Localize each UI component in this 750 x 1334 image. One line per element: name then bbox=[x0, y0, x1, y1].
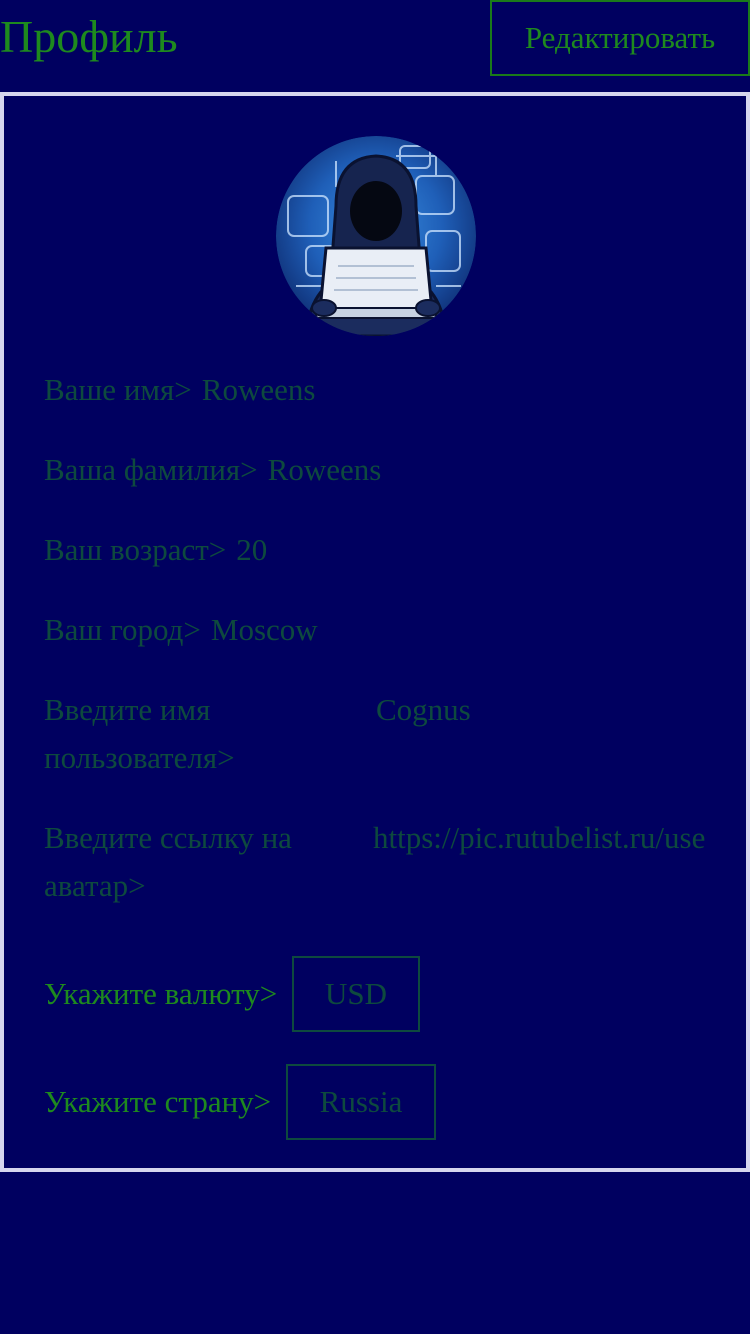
avatar-url-value: https://pic.rutubelist.ru/use bbox=[373, 820, 706, 855]
last-name-label: Ваша фамилия> bbox=[44, 452, 258, 487]
avatar-url-row: Введите ссылку на аватар> https://pic.ru… bbox=[44, 814, 706, 910]
currency-row: Укажите валюту> USD bbox=[44, 956, 714, 1032]
currency-label: Укажите валюту> bbox=[44, 976, 278, 1011]
currency-select[interactable]: USD bbox=[292, 956, 420, 1032]
age-row: Ваш возраст> 20 bbox=[44, 526, 267, 574]
username-row: Введите имя пользователя> Cognus bbox=[44, 686, 714, 782]
hacker-avatar-icon bbox=[276, 136, 476, 336]
city-row: Ваш город> Moscow bbox=[44, 606, 318, 654]
city-value: Moscow bbox=[210, 612, 318, 647]
country-row: Укажите страну> Russia bbox=[44, 1064, 714, 1140]
first-name-value: Roweens bbox=[201, 372, 316, 407]
page-title: Профиль bbox=[0, 11, 178, 62]
username-value: Cognus bbox=[376, 692, 471, 727]
last-name-value: Roweens bbox=[267, 452, 382, 487]
age-label: Ваш возраст> bbox=[44, 532, 227, 567]
edit-button[interactable]: Редактировать bbox=[490, 0, 750, 76]
profile-card: Ваше имя> Roweens Ваша фамилия> Roweens Ва… bbox=[0, 92, 750, 1172]
username-label: Введите имя пользователя> bbox=[44, 692, 235, 775]
first-name-label: Ваше имя> bbox=[44, 372, 192, 407]
header: Профиль Редактировать bbox=[0, 0, 750, 92]
first-name-row: Ваше имя> Roweens bbox=[44, 366, 315, 414]
country-label: Укажите страну> bbox=[44, 1084, 272, 1119]
country-select[interactable]: Russia bbox=[286, 1064, 436, 1140]
avatar-url-label: Введите ссылку на аватар> bbox=[44, 820, 292, 903]
last-name-row: Ваша фамилия> Roweens bbox=[44, 446, 381, 494]
city-label: Ваш город> bbox=[44, 612, 201, 647]
avatar bbox=[276, 136, 476, 336]
age-value: 20 bbox=[236, 532, 268, 567]
